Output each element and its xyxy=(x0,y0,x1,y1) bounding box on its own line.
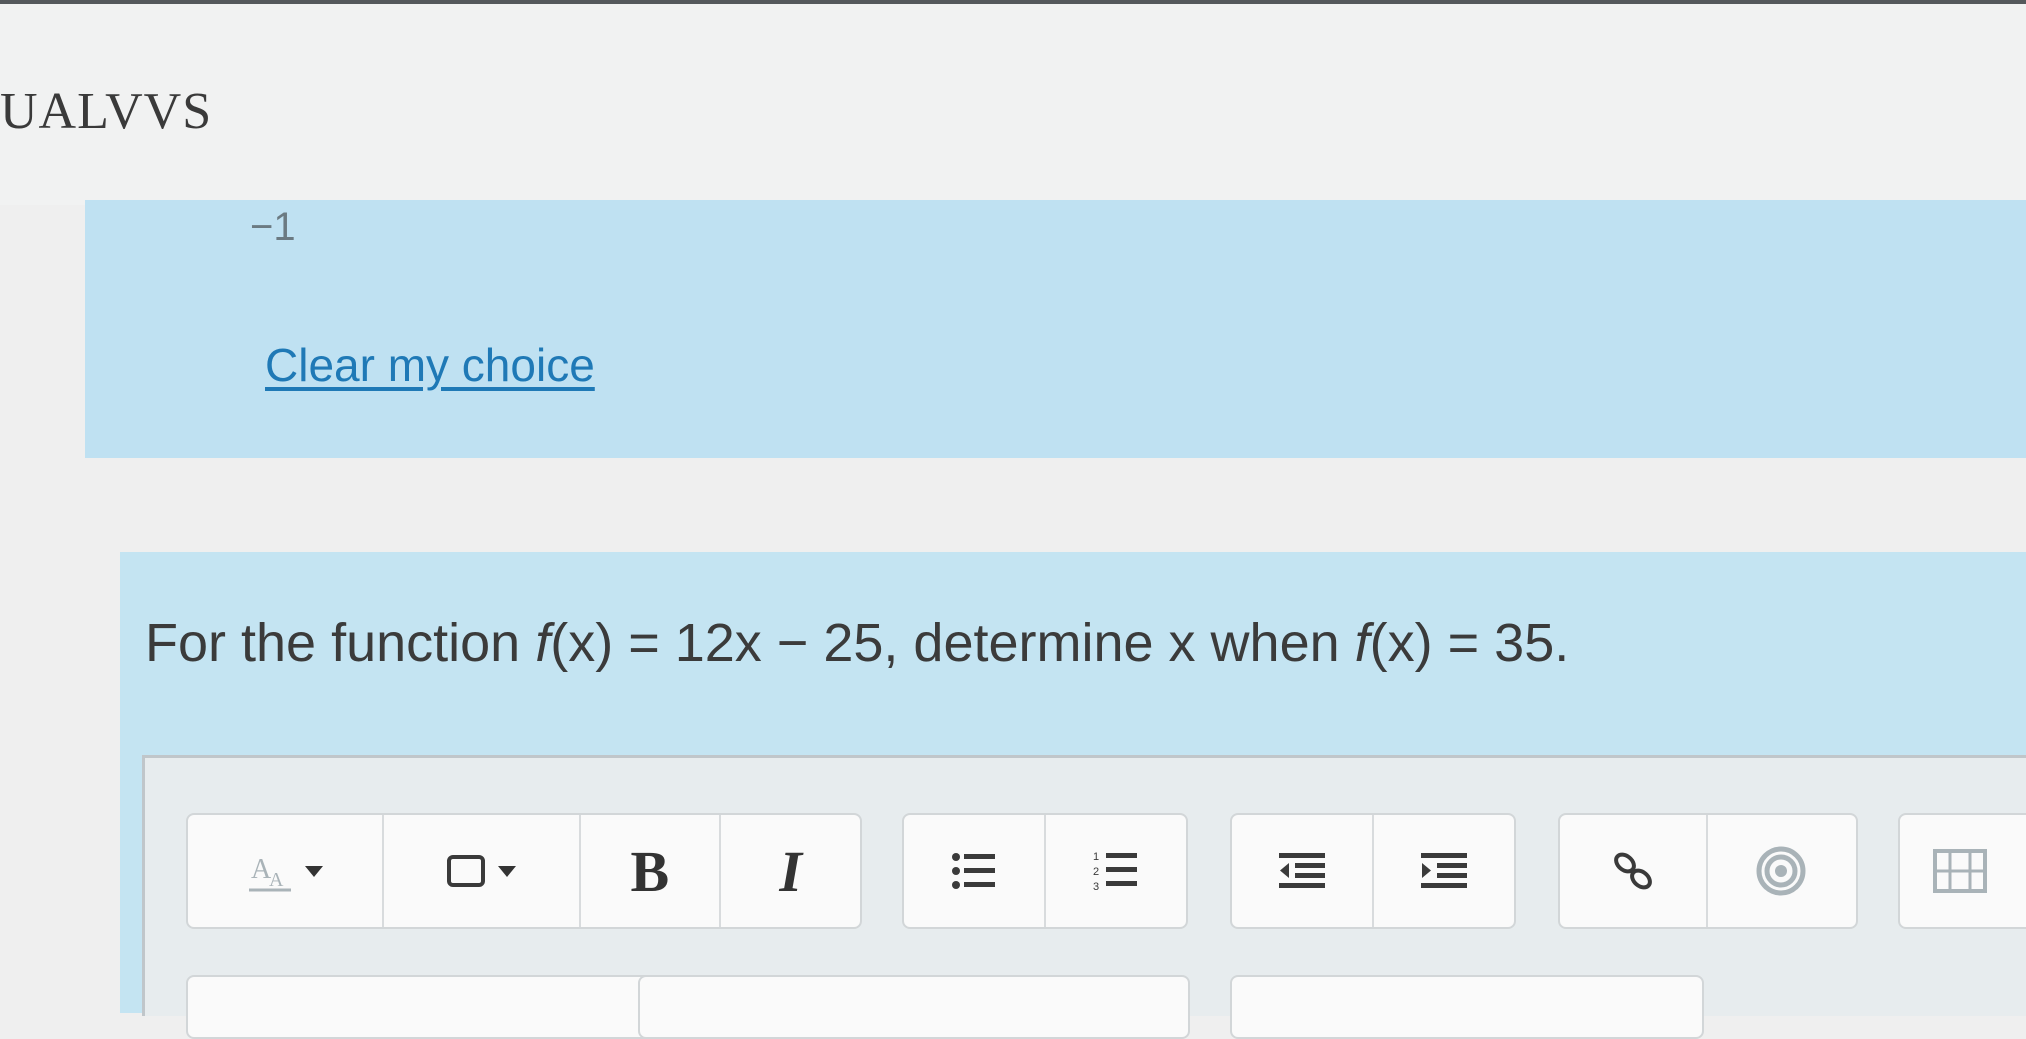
toolbar-group-format: A A B I xyxy=(186,813,862,929)
header-top-border xyxy=(0,0,2026,4)
chevron-down-icon xyxy=(305,865,324,877)
unordered-list-button[interactable] xyxy=(904,815,1046,927)
toolbar-group-lists: 1 2 3 xyxy=(902,813,1188,929)
toolbar-row2-group-3 xyxy=(1230,975,1704,1039)
option-value: −1 xyxy=(250,205,296,249)
ordered-list-icon: 1 2 3 xyxy=(1093,851,1137,893)
unlink-button[interactable] xyxy=(1708,815,1854,927)
media-icon xyxy=(1933,849,1987,893)
media-button[interactable] xyxy=(1900,815,2020,927)
link-button[interactable] xyxy=(1560,815,1708,927)
toolbar-row2-group-1 xyxy=(186,975,668,1039)
bold-button[interactable]: B xyxy=(581,815,722,927)
font-size-icon: A A xyxy=(249,854,292,892)
svg-text:2: 2 xyxy=(1093,866,1099,878)
unlink-icon xyxy=(1756,846,1806,896)
svg-text:3: 3 xyxy=(1093,881,1099,893)
outdent-button[interactable] xyxy=(1232,815,1374,927)
paragraph-format-button[interactable] xyxy=(384,815,581,927)
indent-button[interactable] xyxy=(1374,815,1514,927)
link-icon xyxy=(1614,852,1652,890)
page-title: UALVVS xyxy=(0,83,213,140)
ordered-list-button[interactable]: 1 2 3 xyxy=(1046,815,1186,927)
toolbar-group-links xyxy=(1558,813,1858,929)
font-size-button[interactable]: A A xyxy=(188,815,385,927)
unordered-list-icon xyxy=(952,853,995,889)
indent-icon xyxy=(1421,853,1467,888)
svg-text:A: A xyxy=(269,869,284,891)
page-header xyxy=(0,0,2026,205)
toolbar-group-indent xyxy=(1230,813,1516,929)
svg-text:1: 1 xyxy=(1093,851,1099,863)
paragraph-format-icon xyxy=(447,855,486,887)
toolbar-group-media xyxy=(1898,813,2026,929)
clear-my-choice-link[interactable]: Clear my choice xyxy=(265,338,595,392)
question-text: For the function f(x) = 12x − 25, determ… xyxy=(145,613,1570,673)
answer-panel xyxy=(85,200,2026,458)
italic-button[interactable]: I xyxy=(721,815,860,927)
chevron-down-icon xyxy=(498,865,517,877)
outdent-icon xyxy=(1279,853,1325,888)
toolbar-row2-group-2 xyxy=(638,975,1190,1039)
